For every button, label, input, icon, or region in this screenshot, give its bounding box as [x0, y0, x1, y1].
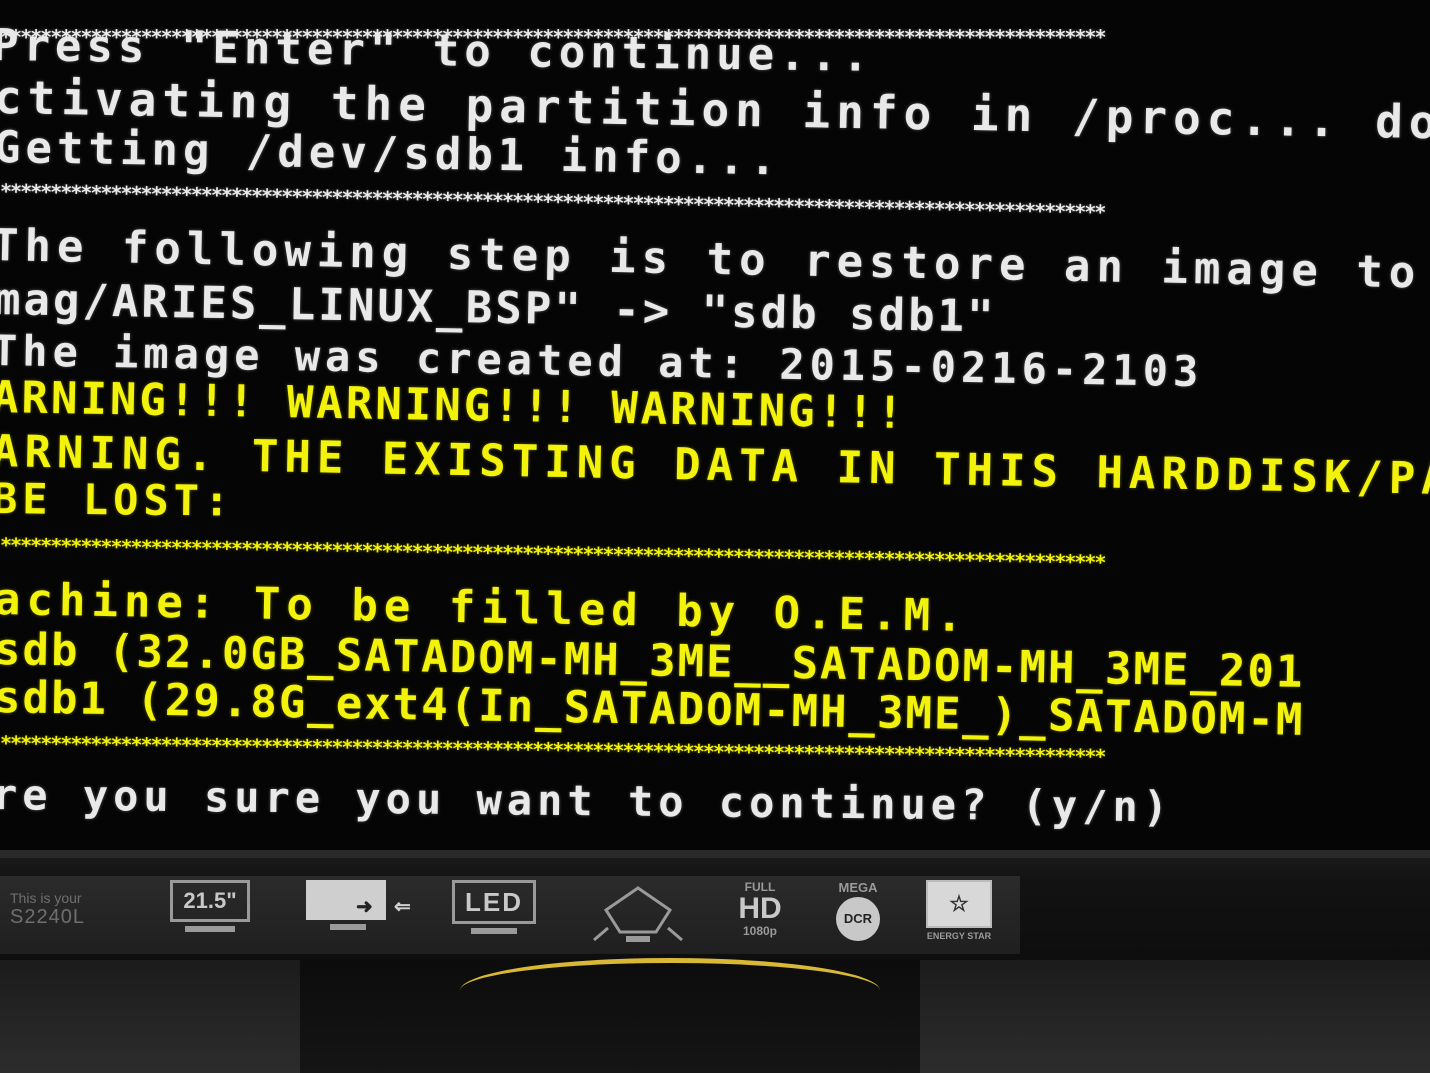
- model-name: S2240L: [10, 906, 85, 928]
- energy-star-label: ENERGY STAR: [926, 931, 992, 941]
- terminal-line: Getting /dev/sdb1 info...: [0, 122, 782, 186]
- stand-icon: [185, 926, 235, 932]
- monitor-thin-icon: [306, 880, 386, 920]
- stand-icon: [330, 924, 366, 930]
- terminal-line: Press "Enter" to continue...: [0, 20, 874, 82]
- tilt-badge: [588, 880, 688, 946]
- screen-size-badge: 21.5": [170, 880, 250, 946]
- bezel-edge: [0, 850, 1430, 858]
- full-hd-badge: FULL HD 1080p: [730, 880, 790, 946]
- led-badge: LED: [452, 880, 536, 946]
- thin-badge: ➜ ⇐: [306, 880, 416, 946]
- arrow-right-icon: ➜: [356, 896, 373, 918]
- yellow-cable: [460, 958, 880, 1023]
- model-label: This is your S2240L: [10, 890, 85, 929]
- model-tagline: This is your: [10, 890, 82, 906]
- energy-star-badge: ☆ ENERGY STAR: [926, 880, 992, 946]
- separator-line: ****************************************…: [0, 536, 1105, 575]
- warning-line: BE LOST:: [0, 474, 235, 526]
- arrow-left-icon: ⇐: [394, 896, 411, 918]
- hd-label: HD: [738, 892, 782, 925]
- hd-resolution: 1080p: [742, 924, 778, 938]
- dcr-icon: DCR: [836, 897, 880, 941]
- tilt-icon: [593, 886, 683, 942]
- mega-dcr-badge: MEGA DCR: [828, 880, 888, 946]
- stand-icon: [471, 928, 517, 934]
- energy-star-icon: ☆: [926, 880, 992, 928]
- led-icon: LED: [452, 880, 536, 924]
- screen-size-icon: 21.5": [170, 880, 250, 922]
- separator-line: ****************************************…: [0, 182, 1105, 225]
- warning-line: ARNING!!! WARNING!!! WARNING!!!: [0, 372, 907, 439]
- mega-label: MEGA: [838, 880, 878, 895]
- confirm-prompt[interactable]: re you sure you want to continue? (y/n): [0, 770, 1173, 831]
- terminal-screen: ****************************************…: [0, 0, 1430, 850]
- monitor-photo: ****************************************…: [0, 0, 1430, 1073]
